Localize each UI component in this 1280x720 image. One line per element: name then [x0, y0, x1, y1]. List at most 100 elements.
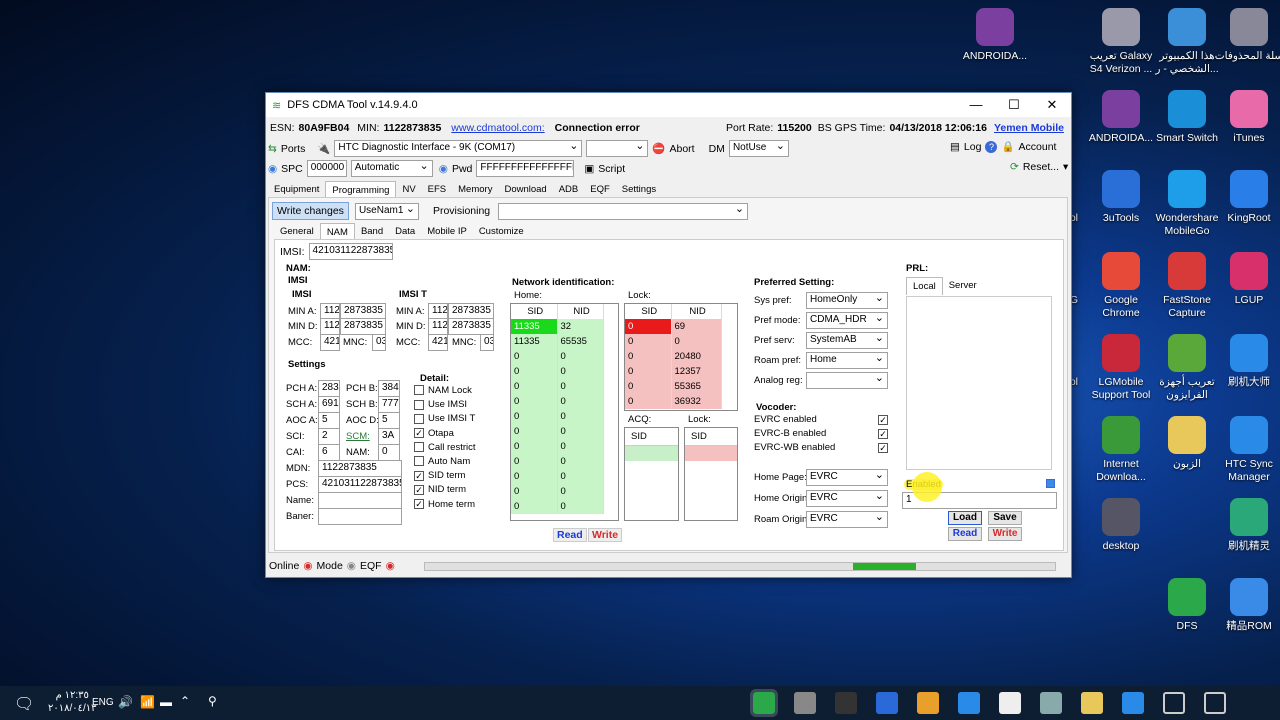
- table-row[interactable]: 0 20480: [625, 349, 722, 364]
- vocoder-item[interactable]: EVRC-B enabled ✓: [754, 428, 892, 442]
- taskview-icon[interactable]: [1163, 692, 1185, 714]
- volume-icon[interactable]: 🔊: [118, 695, 133, 709]
- checkbox[interactable]: [414, 456, 424, 467]
- close-button[interactable]: ✕: [1033, 97, 1071, 113]
- minimize-button[interactable]: —: [957, 97, 995, 113]
- chrome-task-icon[interactable]: [917, 692, 939, 714]
- table-row[interactable]: 00: [511, 379, 604, 394]
- shield-task-icon[interactable]: [876, 692, 898, 714]
- home-grid[interactable]: SID NID 11335 32 11335 65535 0 0 0 0 0 0 0 0 0 0 0 0 0 0 0 0 0…: [510, 303, 619, 521]
- prl-read-button[interactable]: Read: [948, 527, 982, 541]
- tab-server[interactable]: Server: [943, 277, 983, 295]
- checkbox[interactable]: ✓: [414, 428, 424, 439]
- script-button[interactable]: Script: [598, 163, 625, 175]
- t-min-d2-input[interactable]: 2873835: [448, 318, 494, 335]
- min-d2-input[interactable]: 2873835: [340, 318, 386, 335]
- people-icon[interactable]: ⚲: [208, 694, 217, 708]
- table-row[interactable]: 11335 65535: [511, 334, 604, 349]
- checkbox[interactable]: [414, 385, 424, 396]
- maximize-button[interactable]: ☐: [995, 97, 1033, 113]
- pch-b-input[interactable]: 384: [378, 380, 400, 397]
- network-write-button[interactable]: Write: [588, 528, 623, 542]
- chevron-up-icon[interactable]: ⌃: [180, 694, 190, 708]
- desktop-icon[interactable]: سلة المحذوفات: [1212, 8, 1280, 63]
- nam-select[interactable]: UseNam1: [354, 202, 419, 220]
- tab-local[interactable]: Local: [906, 277, 943, 295]
- prl-save-button[interactable]: Save: [988, 511, 1022, 525]
- table-row[interactable]: 00: [625, 334, 722, 349]
- desktop-icon[interactable]: HTC Sync Manager: [1212, 416, 1280, 484]
- spc-input[interactable]: 000000: [306, 160, 347, 177]
- desktop-icon[interactable]: 刷机精灵: [1212, 498, 1280, 553]
- checkbox[interactable]: ✓: [878, 429, 888, 439]
- carrier-link[interactable]: Yemen Mobile: [994, 122, 1064, 134]
- checkbox[interactable]: ✓: [414, 484, 424, 495]
- provisioning-select[interactable]: [498, 202, 749, 220]
- mode-select[interactable]: Automatic: [350, 160, 433, 177]
- mcc-input[interactable]: 421: [320, 334, 340, 351]
- table-row[interactable]: 00: [511, 424, 604, 439]
- pref-select[interactable]: HomeOnly: [806, 292, 888, 309]
- imsi-input[interactable]: 421031122873835: [308, 243, 393, 260]
- table-row[interactable]: 00: [511, 499, 604, 514]
- prl-enabled-checkbox[interactable]: [1046, 479, 1055, 488]
- desktop-icon[interactable]: LGUP: [1212, 252, 1280, 307]
- table-row[interactable]: 00: [511, 454, 604, 469]
- detail-item[interactable]: Call restrict: [414, 442, 476, 456]
- tool-task-icon[interactable]: [794, 692, 816, 714]
- desktop-icon[interactable]: iTunes: [1212, 90, 1280, 145]
- network-read-button[interactable]: Read: [553, 528, 587, 542]
- desktop-icon[interactable]: KingRoot: [1212, 170, 1280, 225]
- table-row[interactable]: 00: [511, 439, 604, 454]
- chart-task-icon[interactable]: [835, 692, 857, 714]
- prl-list[interactable]: [906, 296, 1052, 470]
- pref-select[interactable]: EVRC: [806, 490, 888, 507]
- notification-icon[interactable]: 🗨: [14, 694, 34, 714]
- table-row[interactable]: 00: [511, 484, 604, 499]
- desktop-icon[interactable]: تعريب Galaxy S4 Verizon ...: [1084, 8, 1158, 76]
- desktop-icon[interactable]: ANDROIDA...: [1084, 90, 1158, 145]
- sci-input[interactable]: 2: [318, 428, 340, 445]
- pref-select[interactable]: CDMA_HDR: [806, 312, 888, 329]
- vocoder-item[interactable]: EVRC enabled ✓: [754, 414, 892, 428]
- battery-icon[interactable]: ▬: [160, 695, 172, 709]
- write-changes-button[interactable]: Write changes: [272, 202, 349, 220]
- table-row[interactable]: 00: [511, 364, 604, 379]
- pcs-input[interactable]: 421031122873835: [318, 476, 402, 493]
- mail-task-icon[interactable]: [999, 692, 1021, 714]
- table-row[interactable]: 00: [511, 409, 604, 424]
- lock2-row[interactable]: [685, 446, 737, 461]
- pref-select[interactable]: Home: [806, 352, 888, 369]
- table-row[interactable]: 0 12357: [625, 364, 722, 379]
- detail-item[interactable]: Auto Nam: [414, 456, 476, 470]
- store-task-icon[interactable]: [1040, 692, 1062, 714]
- pref-select[interactable]: SystemAB: [806, 332, 888, 349]
- detail-item[interactable]: ✓ NID term: [414, 484, 476, 498]
- scm-link[interactable]: SCM:: [346, 431, 370, 442]
- vocoder-item[interactable]: EVRC-WB enabled ✓: [754, 442, 892, 456]
- checkbox[interactable]: ✓: [878, 443, 888, 453]
- lock2-grid[interactable]: SID: [684, 427, 738, 521]
- mnc-input[interactable]: 03: [372, 334, 386, 351]
- search-icon[interactable]: [1204, 692, 1226, 714]
- detail-item[interactable]: ✓ Otapa: [414, 428, 476, 442]
- checkbox[interactable]: ✓: [878, 415, 888, 425]
- table-row[interactable]: 00: [511, 469, 604, 484]
- desktop-icon[interactable]: 刷机大师: [1212, 334, 1280, 389]
- desktop-icon[interactable]: desktop: [1084, 498, 1158, 553]
- port-select[interactable]: [586, 140, 649, 157]
- table-row[interactable]: 0 55365: [625, 379, 722, 394]
- desktop-icon[interactable]: 3uTools: [1084, 170, 1158, 225]
- detail-item[interactable]: NAM Lock: [414, 385, 476, 399]
- edge-task-icon[interactable]: [1122, 692, 1144, 714]
- detail-item[interactable]: Use IMSI: [414, 399, 476, 413]
- pref-select[interactable]: [806, 372, 888, 389]
- pref-select[interactable]: EVRC: [806, 469, 888, 486]
- detail-item[interactable]: ✓ Home term: [414, 499, 476, 513]
- pwd-input[interactable]: FFFFFFFFFFFFFFFF: [476, 160, 575, 177]
- table-row[interactable]: 0 36932: [625, 394, 722, 409]
- t-mcc-input[interactable]: 421: [428, 334, 448, 351]
- desktop-icon[interactable]: ANDROIDA...: [958, 8, 1032, 63]
- table-row[interactable]: 11335 32: [511, 319, 604, 334]
- dm-select[interactable]: NotUse: [728, 140, 789, 157]
